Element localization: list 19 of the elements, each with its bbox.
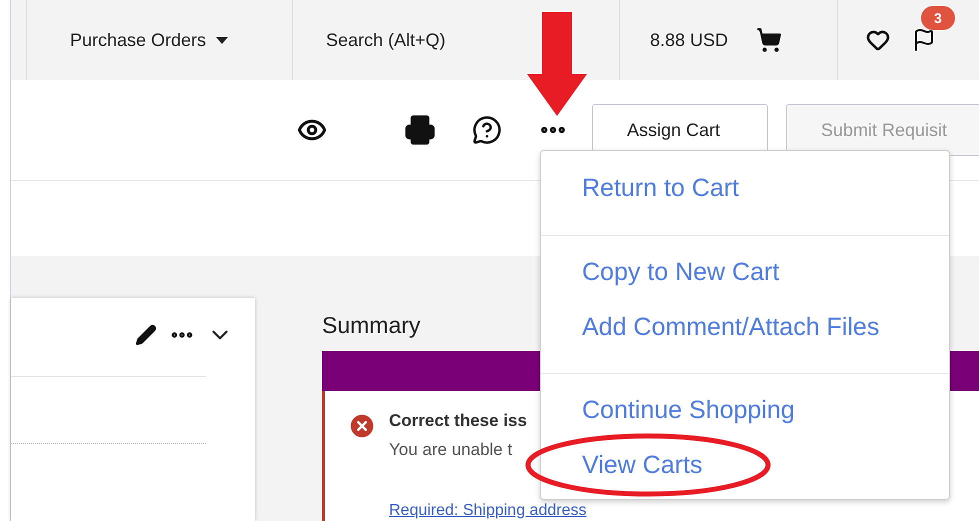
purchase-orders-menu[interactable]: Purchase Orders <box>70 30 228 50</box>
menu-item[interactable]: Add Comment/Attach Files <box>582 309 880 345</box>
cart-total: 8.88 USD <box>650 30 728 50</box>
edit-icon[interactable] <box>135 324 157 346</box>
search-field[interactable]: Search (Alt+Q) <box>326 30 586 50</box>
menu-item[interactable]: Return to Cart <box>582 170 740 206</box>
shipping-address-link[interactable]: Required: Shipping address <box>389 502 586 520</box>
flag-icon[interactable] <box>912 28 936 52</box>
menu-item[interactable]: Copy to New Cart <box>582 254 780 290</box>
summary-title: Summary <box>322 312 420 339</box>
notification-badge: 3 <box>921 6 955 30</box>
menu-item[interactable]: Continue Shopping <box>582 392 795 428</box>
menu-item[interactable]: View Carts <box>582 447 702 483</box>
help-icon[interactable] <box>472 115 502 145</box>
alert-title: Correct these iss <box>389 411 528 431</box>
cart-icon[interactable] <box>756 27 782 53</box>
alert-message: You are unable t <box>389 440 514 460</box>
caret-icon <box>216 36 228 44</box>
heart-icon[interactable] <box>866 28 890 52</box>
